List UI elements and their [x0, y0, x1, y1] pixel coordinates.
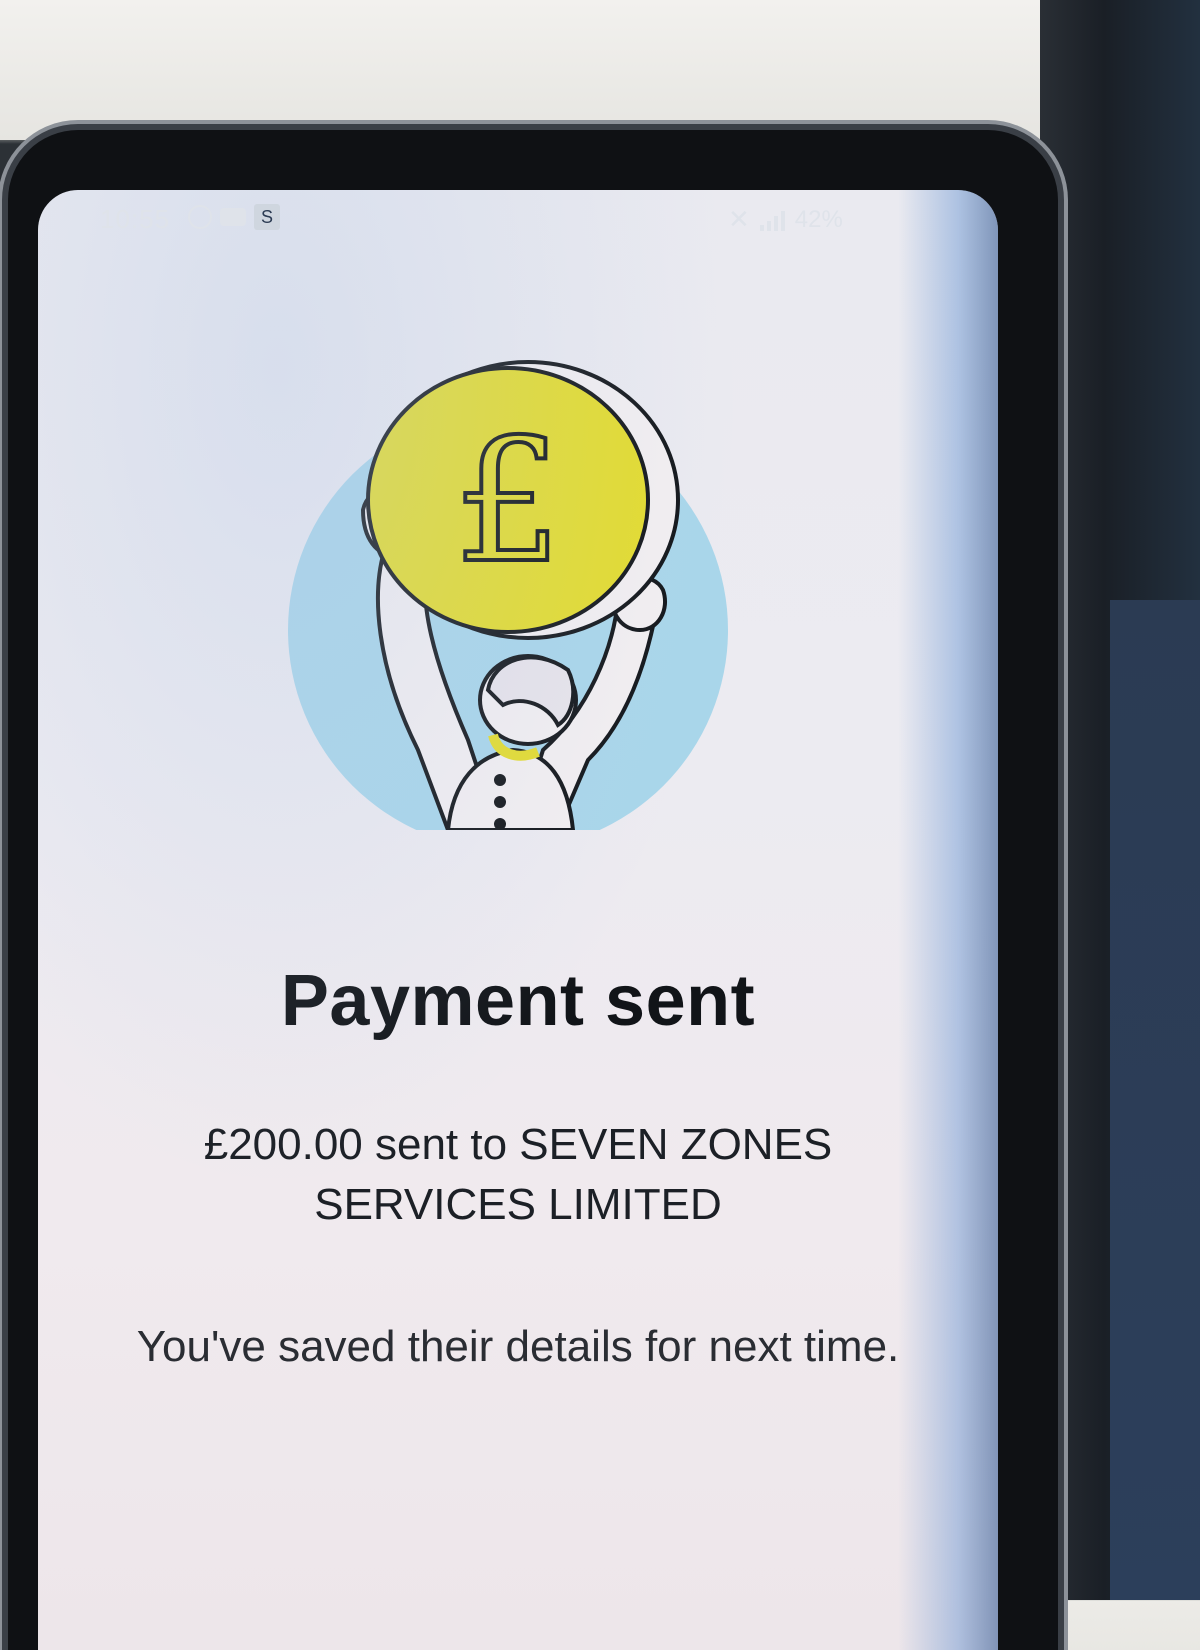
pound-symbol: £ — [454, 403, 562, 601]
background-cloth — [1110, 600, 1200, 1600]
phone-screen: £ Payment sent £200.00 sent to SEVEN ZON… — [38, 190, 998, 1650]
button-dot-1 — [494, 774, 506, 786]
background-desk — [0, 0, 1200, 140]
page-title: Payment sent — [280, 961, 756, 1041]
status-time: 10:55 — [100, 204, 171, 234]
screen-edge-reflection — [898, 190, 998, 1650]
phone: £ Payment sent £200.00 sent to SEVEN ZON… — [8, 130, 1058, 1650]
message-icon — [220, 208, 246, 226]
status-bar: 10:55 S ✕ 42% — [38, 192, 998, 240]
status-system-icons: ✕ 42% — [728, 204, 843, 235]
coin-illustration: £ — [288, 360, 728, 830]
mute-icon: ✕ — [728, 204, 750, 234]
saved-details-note: You've saved their details for next time… — [136, 1322, 900, 1371]
button-dot-2 — [494, 796, 506, 808]
s-app-icon: S — [254, 204, 280, 230]
whatsapp-icon — [188, 205, 212, 229]
payment-summary: £200.00 sent to SEVEN ZONES SERVICES LIM… — [203, 1120, 833, 1229]
status-notification-icons: S — [188, 204, 280, 230]
battery-percentage: 42% — [794, 205, 843, 233]
signal-icon — [759, 209, 785, 231]
button-dot-3 — [494, 818, 506, 830]
